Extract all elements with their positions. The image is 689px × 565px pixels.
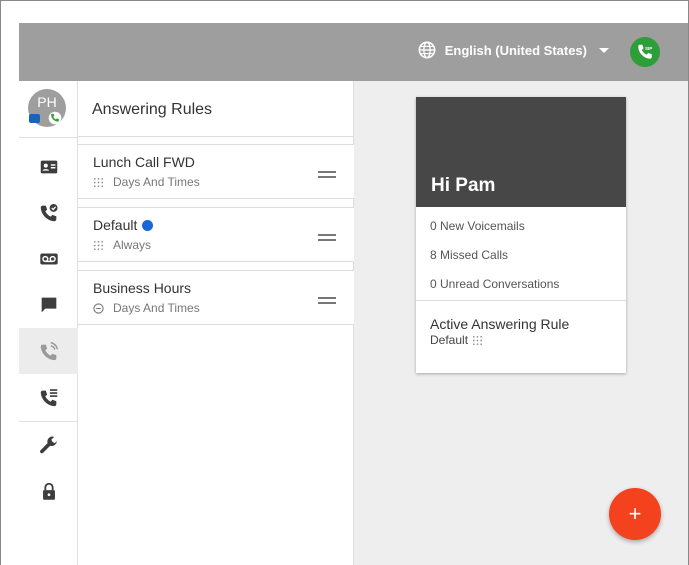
top-bar: English (United States) SIP [19,23,688,81]
chat-icon [41,297,56,313]
wrench-icon [39,436,58,454]
missed-calls-count[interactable]: 8 Missed Calls [430,248,508,262]
phone-history-icon [40,204,58,222]
language-selector[interactable]: English (United States) [418,38,609,62]
add-rule-button[interactable]: + [609,488,661,540]
contact-card-icon [40,160,57,174]
unread-conversations-count[interactable]: 0 Unread Conversations [430,277,559,291]
rules-icon [473,335,483,345]
rule-name: Lunch Call FWD [93,154,195,170]
summary-card: Hi Pam 0 New Voicemails 8 Missed Calls 0… [416,97,626,373]
rules-icon [94,177,103,187]
active-rule-name: Default [430,333,469,347]
chat-status-icon [29,114,40,123]
rule-name-text: Default [93,217,138,233]
rule-item-business-hours[interactable]: Business Hours Days And Times [78,270,354,325]
page-title: Answering Rules [92,101,213,118]
language-label: English (United States) [444,42,587,58]
drag-handle-icon[interactable] [318,297,336,305]
rail-divider [19,421,78,422]
svg-text:SIP: SIP [645,46,652,51]
rail-divider [19,137,78,138]
nav-security[interactable] [19,469,78,515]
plus-icon: + [628,501,642,526]
rule-name-text: Business Hours [93,280,192,296]
card-header: Hi Pam [416,97,626,207]
nav-answering-rules[interactable] [19,328,78,374]
title-divider [78,136,354,137]
phone-status-icon [48,111,62,125]
rule-schedule-text: Always [113,238,152,252]
sip-phone-button[interactable]: SIP [630,37,660,67]
rule-name: Business Hours [93,280,191,296]
rule-schedule: Days And Times [93,175,200,189]
rule-name: Default [93,217,154,233]
app-frame: English (United States) SIP PH Answering… [0,0,689,565]
sip-phone-icon: SIP [638,44,652,59]
lock-icon [42,482,55,500]
rule-schedule: Days And Times [93,301,200,315]
nav-voicemail[interactable] [19,236,78,282]
rule-schedule-text: Days And Times [113,175,200,189]
nav-messages[interactable] [19,282,78,328]
active-rule-value: Default [430,333,483,347]
nav-contacts[interactable] [19,144,78,190]
chevron-down-icon [599,47,609,53]
nav-call-queues[interactable] [19,374,78,420]
nav-settings[interactable] [19,423,78,469]
voicemail-count[interactable]: 0 New Voicemails [430,219,525,233]
active-rule-label: Active Answering Rule [430,316,570,332]
rule-item-lunch-call-fwd[interactable]: Lunch Call FWD Days And Times [78,144,354,199]
user-avatar[interactable]: PH [28,89,68,129]
rules-icon [94,240,103,250]
voicemail-icon [39,253,58,265]
rule-schedule: Always [93,238,151,252]
clock-icon [93,302,104,314]
left-nav-rail: PH [19,81,78,565]
rule-name-text: Lunch Call FWD [93,154,195,170]
card-divider [416,300,626,301]
active-indicator-icon [142,219,154,231]
greeting: Hi Pam [431,175,496,196]
nav-call-history[interactable] [19,190,78,236]
drag-handle-icon[interactable] [318,171,336,179]
globe-icon [418,41,436,59]
rule-schedule-text: Days And Times [113,301,200,315]
answering-rules-panel: Answering Rules Lunch Call FWD Days And … [78,81,354,565]
phone-queue-icon [40,389,57,407]
drag-handle-icon[interactable] [318,234,336,242]
phone-ringing-icon [40,342,58,361]
rule-item-default[interactable]: Default Always [78,207,354,262]
